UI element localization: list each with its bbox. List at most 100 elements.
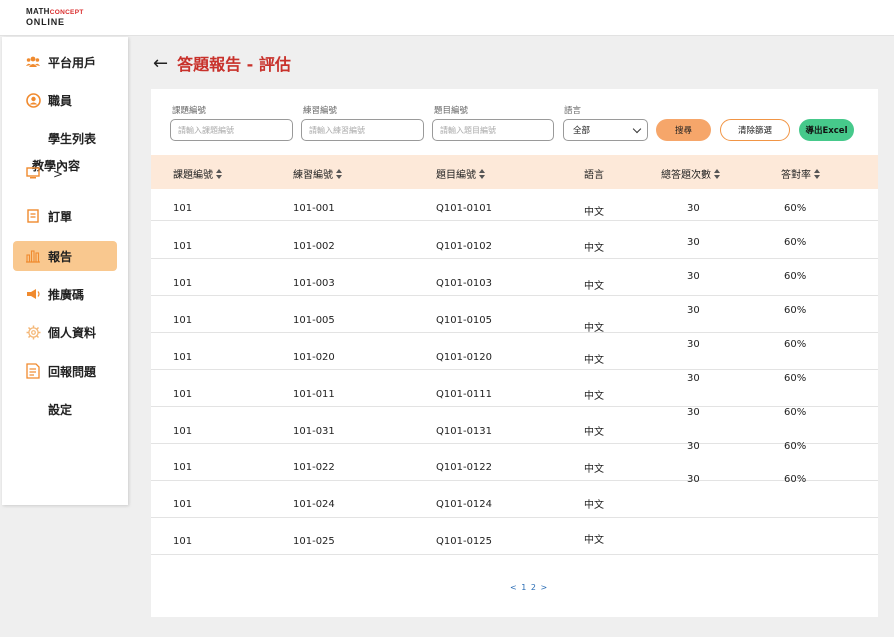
sidebar-item-teaching-content[interactable]: 教學內容 > bbox=[13, 153, 117, 183]
column-header-language: 語言 bbox=[584, 170, 604, 181]
row-divider bbox=[151, 220, 878, 221]
lesson-cell: 101 bbox=[173, 426, 193, 437]
lesson-cell: 101 bbox=[173, 203, 193, 214]
sort-icon[interactable] bbox=[479, 168, 486, 179]
sidebar-item-reports[interactable]: 報告 bbox=[13, 241, 117, 271]
total-answers-cell: 30 bbox=[687, 373, 700, 384]
lesson-filter-label: 課題編號 bbox=[172, 106, 207, 116]
question-cell: Q101-0111 bbox=[436, 389, 493, 400]
accuracy-cell: 60% bbox=[784, 407, 807, 418]
next-page-button[interactable]: > bbox=[541, 583, 549, 592]
sort-icon[interactable] bbox=[216, 168, 223, 179]
order-icon bbox=[22, 208, 44, 224]
total-answers-cell: 30 bbox=[687, 271, 700, 282]
accuracy-cell: 60% bbox=[784, 305, 807, 316]
question-filter-input[interactable]: 請輸入題目編號 bbox=[432, 119, 554, 141]
page-2-button[interactable]: 2 bbox=[531, 583, 537, 592]
sidebar-item-promo-code[interactable]: 推廣碼 bbox=[13, 279, 117, 309]
prev-page-button[interactable]: < bbox=[510, 583, 518, 592]
table-header: 課題編號 練習編號 題目編號 語言 總答題次數 答對率 bbox=[151, 155, 878, 189]
sort-icon[interactable] bbox=[714, 168, 721, 179]
exercise-cell: 101-020 bbox=[293, 352, 335, 363]
language-cell: 中文 bbox=[584, 323, 604, 334]
chevron-down-icon bbox=[632, 124, 642, 134]
sidebar-item-platform-users[interactable]: 平台用戶 bbox=[13, 47, 117, 77]
column-header-exercise[interactable]: 練習編號 bbox=[293, 166, 343, 181]
lesson-cell: 101 bbox=[173, 462, 193, 473]
column-header-accuracy[interactable]: 答對率 bbox=[781, 166, 821, 181]
total-answers-cell: 30 bbox=[687, 474, 700, 485]
accuracy-cell: 60% bbox=[784, 271, 807, 282]
language-select[interactable]: 全部 bbox=[563, 119, 648, 141]
total-answers-cell: 30 bbox=[687, 441, 700, 452]
sort-icon[interactable] bbox=[336, 168, 343, 179]
row-divider bbox=[151, 369, 878, 370]
row-divider bbox=[151, 295, 878, 296]
question-cell: Q101-0105 bbox=[436, 315, 493, 326]
total-answers-cell: 30 bbox=[687, 203, 700, 214]
exercise-cell: 101-005 bbox=[293, 315, 335, 326]
sidebar-item-profile[interactable]: 個人資料 bbox=[13, 317, 117, 347]
exercise-cell: 101-025 bbox=[293, 536, 335, 547]
lesson-cell: 101 bbox=[173, 499, 193, 510]
row-divider bbox=[151, 517, 878, 518]
top-bar: MATHCONCEPT ONLINE bbox=[0, 0, 894, 36]
language-cell: 中文 bbox=[584, 500, 604, 511]
sort-icon[interactable] bbox=[814, 168, 821, 179]
row-divider bbox=[151, 406, 878, 407]
language-cell: 中文 bbox=[584, 207, 604, 218]
lesson-cell: 101 bbox=[173, 536, 193, 547]
clear-filters-button[interactable]: 清除篩選 bbox=[720, 119, 790, 141]
accuracy-cell: 60% bbox=[784, 474, 807, 485]
report-card: 課題編號 請輸入課題編號 練習編號 請輸入練習編號 題目編號 請輸入題目編號 語… bbox=[151, 89, 878, 617]
question-cell: Q101-0103 bbox=[436, 278, 493, 289]
column-header-lesson[interactable]: 課題編號 bbox=[173, 166, 223, 181]
row-divider bbox=[151, 443, 878, 444]
logo[interactable]: MATHCONCEPT ONLINE bbox=[26, 8, 84, 27]
lesson-filter-input[interactable]: 請輸入課題編號 bbox=[170, 119, 293, 141]
accuracy-cell: 60% bbox=[784, 339, 807, 350]
user-circle-icon bbox=[22, 92, 44, 108]
accuracy-cell: 60% bbox=[784, 441, 807, 452]
sidebar: 平台用戶 職員 學生列表 教學內容 > 訂單 報告 推廣碼 個人資料 回報問題 … bbox=[2, 37, 128, 505]
megaphone-icon bbox=[22, 286, 44, 302]
page-header: ← 答題報告 - 評估 bbox=[153, 51, 291, 75]
sidebar-item-settings[interactable]: 設定 bbox=[13, 394, 117, 424]
export-excel-button[interactable]: 導出Excel bbox=[799, 119, 854, 141]
question-cell: Q101-0125 bbox=[436, 536, 493, 547]
monitor-icon bbox=[22, 165, 44, 181]
exercise-cell: 101-031 bbox=[293, 426, 335, 437]
users-icon bbox=[22, 54, 44, 70]
accuracy-cell: 60% bbox=[784, 237, 807, 248]
question-cell: Q101-0120 bbox=[436, 352, 493, 363]
exercise-cell: 101-022 bbox=[293, 462, 335, 473]
sidebar-item-report-issue[interactable]: 回報問題 bbox=[13, 356, 117, 386]
question-cell: Q101-0122 bbox=[436, 462, 493, 473]
lesson-cell: 101 bbox=[173, 315, 193, 326]
back-arrow-icon[interactable]: ← bbox=[153, 53, 168, 74]
gear-icon bbox=[22, 324, 44, 340]
page-title: 答題報告 - 評估 bbox=[177, 55, 291, 74]
sidebar-item-student-list[interactable]: 學生列表 bbox=[13, 123, 117, 153]
bar-chart-icon bbox=[22, 248, 44, 264]
exercise-cell: 101-003 bbox=[293, 278, 335, 289]
question-cell: Q101-0124 bbox=[436, 499, 493, 510]
row-divider bbox=[151, 332, 878, 333]
chevron-right-icon: > bbox=[53, 167, 64, 181]
lesson-cell: 101 bbox=[173, 278, 193, 289]
lesson-cell: 101 bbox=[173, 352, 193, 363]
sidebar-item-staff[interactable]: 職員 bbox=[13, 85, 117, 115]
language-filter-label: 語言 bbox=[564, 106, 582, 116]
language-cell: 中文 bbox=[584, 391, 604, 402]
sidebar-item-orders[interactable]: 訂單 bbox=[13, 201, 117, 231]
language-cell: 中文 bbox=[584, 427, 604, 438]
lesson-cell: 101 bbox=[173, 389, 193, 400]
search-button[interactable]: 搜尋 bbox=[656, 119, 711, 141]
column-header-question[interactable]: 題目編號 bbox=[436, 166, 486, 181]
exercise-filter-input[interactable]: 請輸入練習編號 bbox=[301, 119, 424, 141]
column-header-total-answers[interactable]: 總答題次數 bbox=[661, 166, 721, 181]
accuracy-cell: 60% bbox=[784, 203, 807, 214]
exercise-filter-label: 練習編號 bbox=[303, 106, 338, 116]
question-cell: Q101-0131 bbox=[436, 426, 493, 437]
page-1-button[interactable]: 1 bbox=[521, 583, 527, 592]
